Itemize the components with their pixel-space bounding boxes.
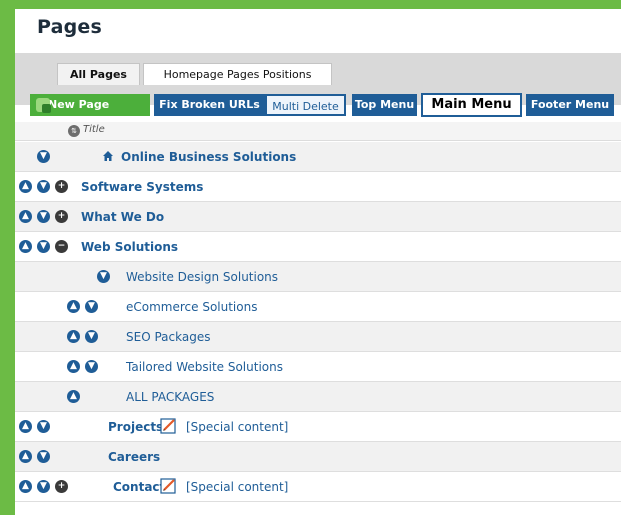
- move-down-icon[interactable]: ▼: [97, 270, 110, 283]
- page-link[interactable]: Tailored Website Solutions: [126, 360, 283, 374]
- special-content-link[interactable]: [Special content]: [186, 480, 288, 494]
- expand-icon[interactable]: +: [55, 480, 68, 493]
- move-down-icon[interactable]: ▼: [37, 210, 50, 223]
- move-up-icon[interactable]: ▲: [19, 450, 32, 463]
- table-row[interactable]: ▲ ▼ − Web Solutions: [15, 232, 621, 262]
- page-link[interactable]: Website Design Solutions: [126, 270, 278, 284]
- table-row[interactable]: ▲ ▼ Projects [Special content]: [15, 412, 621, 442]
- expand-icon[interactable]: +: [55, 180, 68, 193]
- table-row[interactable]: ▲ ▼ + Contact [Special content]: [15, 472, 621, 502]
- table-row[interactable]: ▲ ▼ + What We Do: [15, 202, 621, 232]
- toolbar: New Page Fix Broken URLs Multi Delete To…: [15, 93, 621, 118]
- pages-panel: Pages All Pages Homepage Pages Positions…: [15, 9, 621, 515]
- collapse-icon[interactable]: −: [55, 240, 68, 253]
- move-up-icon[interactable]: ▲: [67, 390, 80, 403]
- page-link[interactable]: Web Solutions: [81, 240, 178, 254]
- special-content-link[interactable]: [Special content]: [186, 420, 288, 434]
- table-row[interactable]: ▼ Online Business Solutions: [15, 142, 621, 172]
- move-up-icon[interactable]: ▲: [19, 180, 32, 193]
- page-link[interactable]: eCommerce Solutions: [126, 300, 257, 314]
- add-page-icon: [36, 98, 51, 113]
- move-down-icon[interactable]: ▼: [37, 480, 50, 493]
- column-header: ⇅ Title: [15, 122, 621, 141]
- table-row[interactable]: ▲ ALL PACKAGES: [15, 382, 621, 412]
- footer-menu-button[interactable]: Footer Menu: [526, 94, 614, 116]
- multi-delete-button[interactable]: Multi Delete: [265, 94, 346, 116]
- move-down-icon[interactable]: ▼: [37, 450, 50, 463]
- tab-homepage-positions[interactable]: Homepage Pages Positions: [143, 63, 332, 85]
- move-up-icon[interactable]: ▲: [19, 210, 32, 223]
- table-row[interactable]: ▲ ▼ + Software Systems: [15, 172, 621, 202]
- edit-content-icon[interactable]: [159, 416, 179, 436]
- table-row[interactable]: ▲ ▼ Careers: [15, 442, 621, 472]
- page-link[interactable]: ALL PACKAGES: [126, 390, 214, 404]
- move-up-icon[interactable]: ▲: [67, 300, 80, 313]
- move-down-icon[interactable]: ▼: [85, 360, 98, 373]
- column-title: Title: [83, 124, 105, 135]
- page-link[interactable]: Careers: [108, 450, 160, 464]
- sort-icon[interactable]: ⇅: [68, 125, 80, 137]
- page-link[interactable]: Online Business Solutions: [121, 150, 296, 164]
- table-row[interactable]: ▲ ▼ eCommerce Solutions: [15, 292, 621, 322]
- move-up-icon[interactable]: ▲: [19, 240, 32, 253]
- top-menu-button[interactable]: Top Menu: [352, 94, 417, 116]
- move-down-icon[interactable]: ▼: [37, 180, 50, 193]
- page-link[interactable]: SEO Packages: [126, 330, 210, 344]
- tab-all-pages[interactable]: All Pages: [57, 63, 140, 85]
- page-title: Pages: [37, 16, 103, 38]
- new-page-button[interactable]: New Page: [30, 94, 150, 116]
- move-down-icon[interactable]: ▼: [85, 330, 98, 343]
- move-up-icon[interactable]: ▲: [19, 420, 32, 433]
- edit-content-icon[interactable]: [159, 476, 179, 496]
- move-down-icon[interactable]: ▼: [37, 150, 50, 163]
- table-row[interactable]: ▲ ▼ SEO Packages: [15, 322, 621, 352]
- page-link[interactable]: Projects: [108, 420, 163, 434]
- move-up-icon[interactable]: ▲: [67, 360, 80, 373]
- move-down-icon[interactable]: ▼: [85, 300, 98, 313]
- table-row[interactable]: ▼ Website Design Solutions: [15, 262, 621, 292]
- page-link[interactable]: What We Do: [81, 210, 164, 224]
- page-link[interactable]: Software Systems: [81, 180, 203, 194]
- move-up-icon[interactable]: ▲: [19, 480, 32, 493]
- home-icon: [103, 151, 113, 161]
- move-up-icon[interactable]: ▲: [67, 330, 80, 343]
- main-menu-button[interactable]: Main Menu: [421, 93, 522, 117]
- page-link[interactable]: Contact: [113, 480, 165, 494]
- fix-broken-urls-button[interactable]: Fix Broken URLs: [154, 94, 265, 116]
- expand-icon[interactable]: +: [55, 210, 68, 223]
- table-row[interactable]: ▲ ▼ Tailored Website Solutions: [15, 352, 621, 382]
- new-page-label: New Page: [48, 98, 110, 111]
- move-down-icon[interactable]: ▼: [37, 240, 50, 253]
- move-down-icon[interactable]: ▼: [37, 420, 50, 433]
